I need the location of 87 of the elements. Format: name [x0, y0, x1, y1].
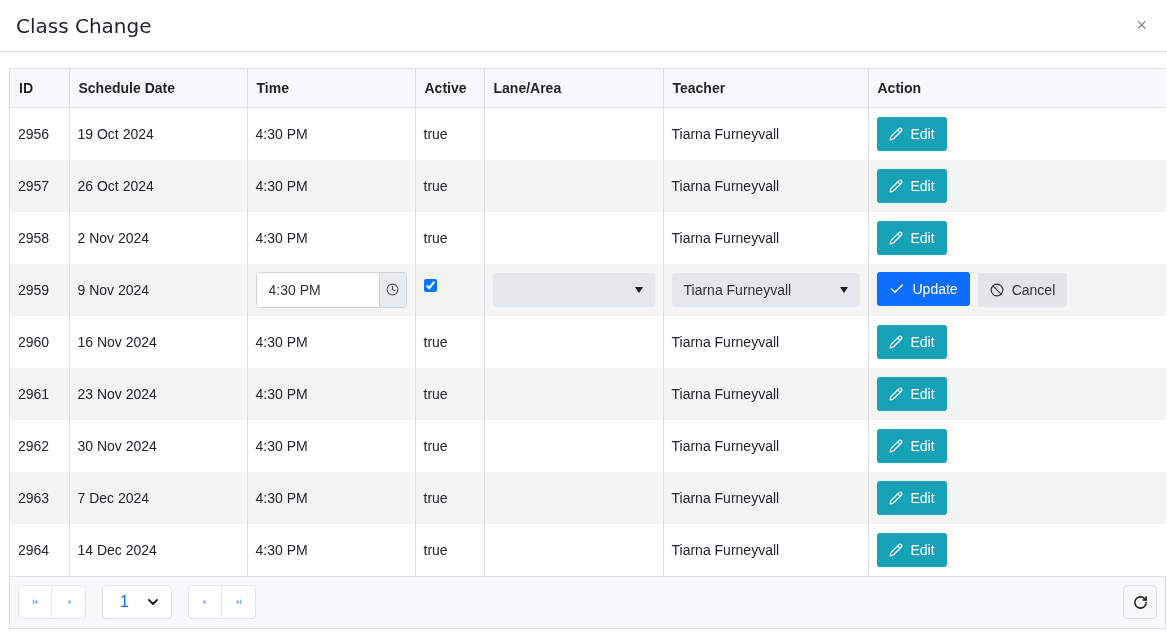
column-header: ID	[10, 69, 69, 108]
pencil-icon	[888, 490, 903, 505]
edit-button[interactable]: Edit	[876, 376, 947, 411]
teacher-cell: Tiarna Furneyvall	[671, 229, 780, 246]
edit-button[interactable]: Edit	[876, 428, 947, 463]
edit-button[interactable]: Edit	[876, 116, 947, 151]
previous-page-button[interactable]	[52, 585, 86, 619]
teacher-cell: Tiarna Furneyvall	[671, 177, 780, 194]
active-cell: true	[423, 177, 448, 194]
time-cell: 4:30 PM	[255, 541, 308, 558]
last-page-button[interactable]	[222, 585, 256, 619]
edit-button[interactable]: Edit	[876, 168, 947, 203]
active-cell: true	[423, 385, 448, 402]
date-cell: 23 Nov 2024	[77, 385, 157, 402]
next-page-icon	[201, 599, 209, 605]
teacher-cell: Tiarna Furneyvall	[671, 489, 780, 506]
caret-icon	[634, 286, 643, 293]
id-cell: 2957	[18, 177, 50, 194]
active-cell: true	[423, 541, 448, 558]
window-title: Class Change	[16, 13, 152, 38]
date-cell: 30 Nov 2024	[77, 437, 157, 454]
id-cell: 2961	[18, 385, 50, 402]
edit-button[interactable]: Edit	[876, 220, 947, 255]
active-cell: true	[423, 333, 448, 350]
edit-button[interactable]: Edit	[876, 532, 947, 567]
time-cell: 4:30 PM	[255, 125, 308, 142]
teacher-cell: Tiarna Furneyvall	[671, 385, 780, 402]
update-button[interactable]: Update	[876, 272, 970, 306]
date-cell: 16 Nov 2024	[77, 333, 157, 350]
teacher-cell: Tiarna Furneyvall	[671, 333, 780, 350]
time-cell: 4:30 PM	[255, 177, 308, 194]
id-cell: 2960	[18, 333, 50, 350]
edit-button[interactable]: Edit	[876, 324, 947, 359]
pencil-icon	[888, 542, 903, 557]
next-page-button[interactable]	[188, 585, 222, 619]
date-cell: 2 Nov 2024	[77, 229, 150, 246]
last-page-icon	[234, 599, 243, 605]
time-cell: 4:30 PM	[255, 385, 308, 402]
date-cell: 14 Dec 2024	[77, 541, 157, 558]
first-page-button[interactable]	[18, 585, 52, 619]
id-cell: 2959	[18, 281, 50, 298]
pencil-icon	[888, 178, 903, 193]
active-checkbox[interactable]	[423, 279, 437, 292]
caret-icon	[839, 286, 848, 293]
date-cell: 9 Nov 2024	[77, 281, 150, 298]
time-cell: 4:30 PM	[255, 437, 308, 454]
column-header: Lane/Area	[484, 69, 663, 108]
active-cell: true	[423, 489, 448, 506]
teacher-cell: Tiarna Furneyvall	[671, 541, 780, 558]
teacher-cell: Tiarna Furneyvall	[671, 437, 780, 454]
date-cell: 7 Dec 2024	[77, 489, 150, 506]
date-cell: 19 Oct 2024	[77, 125, 154, 142]
clock-icon	[386, 283, 399, 296]
page-select[interactable]: 1	[102, 585, 172, 619]
refresh-button[interactable]	[1123, 585, 1157, 619]
column-header: Active	[415, 69, 484, 108]
lane-select[interactable]	[492, 272, 655, 307]
ban-icon	[989, 283, 1004, 297]
pencil-icon	[888, 126, 903, 141]
time-cell: 4:30 PM	[255, 229, 308, 246]
pencil-icon	[888, 438, 903, 453]
pencil-icon	[888, 334, 903, 349]
column-header: Time	[247, 69, 415, 108]
time-input[interactable]: 4:30 PM	[255, 271, 407, 308]
active-cell: true	[423, 437, 448, 454]
date-cell: 26 Oct 2024	[77, 177, 154, 194]
time-cell: 4:30 PM	[255, 489, 308, 506]
close-button[interactable]: ×	[1132, 15, 1151, 36]
active-cell: true	[423, 125, 448, 142]
teacher-select[interactable]: Tiarna Furneyvall	[671, 272, 860, 307]
teacher-cell: Tiarna Furneyvall	[671, 125, 780, 142]
refresh-icon	[1132, 594, 1148, 610]
pencil-icon	[888, 230, 903, 245]
time-cell: 4:30 PM	[255, 333, 308, 350]
pencil-icon	[888, 386, 903, 401]
id-cell: 2964	[18, 541, 50, 558]
first-page-icon	[31, 599, 39, 605]
active-cell: true	[423, 229, 448, 246]
id-cell: 2962	[18, 437, 50, 454]
cancel-button[interactable]: Cancel	[977, 273, 1068, 307]
column-header: Schedule Date	[69, 69, 247, 108]
column-header: Action	[868, 69, 1166, 108]
id-cell: 2963	[18, 489, 50, 506]
id-cell: 2958	[18, 229, 50, 246]
column-header: Teacher	[663, 69, 868, 108]
id-cell: 2956	[18, 125, 50, 142]
edit-button[interactable]: Edit	[876, 480, 947, 515]
